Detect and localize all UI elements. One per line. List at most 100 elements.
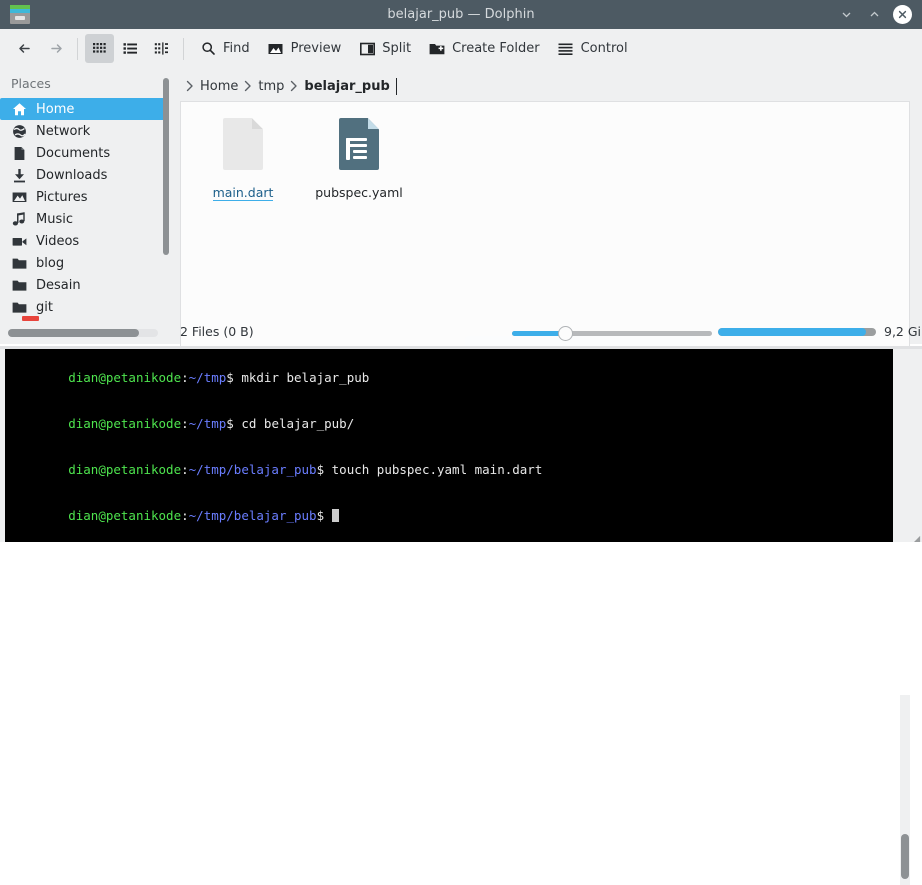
sidebar-item-label: Pictures: [36, 190, 87, 205]
sidebar-item-partial[interactable]: [22, 316, 39, 321]
terminal-panel: dian@petanikode:~/tmp$ mkdir belajar_pub…: [0, 346, 922, 542]
breadcrumb[interactable]: Home tmp belajar_pub: [180, 74, 397, 98]
nav-buttons: [10, 35, 70, 63]
terminal-prompt: $: [226, 370, 241, 385]
blank-document-icon: [216, 116, 270, 178]
terminal-separator: :: [181, 462, 189, 477]
zoom-slider[interactable]: [512, 328, 712, 338]
folder-icon: [11, 277, 28, 294]
file-name-label: pubspec.yaml: [315, 185, 402, 200]
sidebar-item-desain[interactable]: Desain: [0, 274, 162, 296]
maximize-icon[interactable]: [860, 0, 888, 29]
close-icon[interactable]: [888, 0, 916, 29]
toolbar-actions: Find Preview Split Create Folder: [191, 37, 637, 61]
globe-icon: [11, 123, 28, 140]
toolbar: Find Preview Split Create Folder: [0, 29, 922, 69]
image-icon: [268, 41, 284, 57]
forward-icon[interactable]: [42, 35, 70, 63]
create-folder-label: Create Folder: [452, 41, 540, 56]
sidebar-item-label: Music: [36, 212, 73, 227]
split-button[interactable]: Split: [350, 37, 420, 61]
sidebar-item-videos[interactable]: Videos: [0, 230, 162, 252]
terminal-command: touch pubspec.yaml main.dart: [332, 462, 543, 477]
terminal-user: dian@petanikode: [68, 370, 181, 385]
breadcrumb-item-home[interactable]: Home: [200, 79, 238, 94]
sidebar-item-pictures[interactable]: Pictures: [0, 186, 162, 208]
control-button[interactable]: Control: [549, 37, 637, 61]
terminal-path: ~/tmp/belajar_pub: [189, 508, 317, 523]
home-icon: [11, 101, 28, 118]
dolphin-window: belajar_pub — Dolphin: [0, 0, 922, 542]
file-grid: main.dart pubspec.yaml: [197, 116, 405, 201]
sidebar-item-label: blog: [36, 256, 64, 271]
terminal-command: cd belajar_pub/: [241, 416, 354, 431]
find-label: Find: [223, 41, 250, 56]
file-name-label: main.dart: [213, 185, 274, 201]
minimize-icon[interactable]: [832, 0, 860, 29]
terminal-line: dian@petanikode:~/tmp$ cd belajar_pub/: [8, 401, 893, 447]
create-folder-button[interactable]: Create Folder: [420, 37, 549, 61]
terminal-scrollbar-thumb[interactable]: [901, 834, 909, 879]
sidebar-horizontal-scrollbar-thumb[interactable]: [8, 329, 139, 337]
view-mode-compact[interactable]: [147, 34, 176, 63]
video-camera-icon: [11, 233, 28, 250]
sidebar-item-git[interactable]: git: [0, 296, 162, 318]
file-view[interactable]: main.dart pubspec.yaml: [180, 101, 910, 347]
terminal-separator: :: [181, 370, 189, 385]
view-mode-group: [85, 34, 176, 63]
sidebar-item-music[interactable]: Music: [0, 208, 162, 230]
download-icon: [11, 167, 28, 184]
toolbar-separator-2: [183, 38, 184, 60]
file-item-main-dart[interactable]: main.dart: [197, 116, 289, 201]
terminal-prompt: $: [317, 508, 332, 523]
terminal-user: dian@petanikode: [68, 462, 181, 477]
sidebar-item-label: Home: [36, 102, 74, 117]
view-mode-icons[interactable]: [85, 34, 114, 63]
sidebar-item-label: Desain: [36, 278, 81, 293]
sidebar-item-downloads[interactable]: Downloads: [0, 164, 162, 186]
picture-icon: [11, 189, 28, 206]
split-icon: [359, 41, 375, 57]
toolbar-separator-1: [77, 38, 78, 60]
breadcrumb-item-tmp[interactable]: tmp: [258, 79, 284, 94]
find-button[interactable]: Find: [191, 37, 259, 61]
breadcrumb-text-caret: [396, 78, 397, 95]
free-space-indicator[interactable]: 9,2 GiB free: [718, 324, 922, 339]
sidebar-item-label: Downloads: [36, 168, 107, 183]
terminal-output[interactable]: dian@petanikode:~/tmp$ mkdir belajar_pub…: [5, 349, 893, 542]
sidebar-item-blog[interactable]: blog: [0, 252, 162, 274]
terminal-line: dian@petanikode:~/tmp/belajar_pub$ touch…: [8, 447, 893, 493]
terminal-prompt: $: [317, 462, 332, 477]
terminal-path: ~/tmp: [189, 370, 227, 385]
places-header: Places: [11, 76, 51, 91]
music-note-icon: [11, 211, 28, 228]
back-icon[interactable]: [10, 35, 38, 63]
view-mode-details[interactable]: [116, 34, 145, 63]
sidebar-item-documents[interactable]: Documents: [0, 142, 162, 164]
sidebar-item-label: Network: [36, 124, 90, 139]
search-icon: [200, 41, 216, 57]
terminal-separator: :: [181, 416, 189, 431]
titlebar[interactable]: belajar_pub — Dolphin: [0, 0, 922, 29]
breadcrumb-item-current[interactable]: belajar_pub: [304, 79, 389, 94]
sidebar-item-home[interactable]: Home: [0, 98, 166, 120]
sidebar-item-network[interactable]: Network: [0, 120, 162, 142]
terminal-path: ~/tmp: [189, 416, 227, 431]
sidebar-vertical-scrollbar[interactable]: [163, 78, 169, 255]
sidebar-item-label: Videos: [36, 234, 79, 249]
folder-plus-icon: [429, 41, 445, 57]
terminal-cursor: [332, 509, 339, 522]
folder-icon: [11, 299, 28, 316]
split-label: Split: [382, 41, 411, 56]
window-controls: [832, 0, 916, 29]
preview-button[interactable]: Preview: [259, 37, 351, 61]
zoom-slider-handle[interactable]: [558, 326, 573, 341]
sidebar-item-label: Documents: [36, 146, 110, 161]
chevron-right-icon: [244, 80, 252, 92]
main-pane: Home tmp belajar_pub main.dart: [170, 68, 922, 344]
file-item-pubspec-yaml[interactable]: pubspec.yaml: [313, 116, 405, 201]
terminal-user: dian@petanikode: [68, 416, 181, 431]
terminal-prompt: $: [226, 416, 241, 431]
document-icon: [11, 145, 28, 162]
resize-grip-icon[interactable]: ◢: [914, 534, 920, 540]
